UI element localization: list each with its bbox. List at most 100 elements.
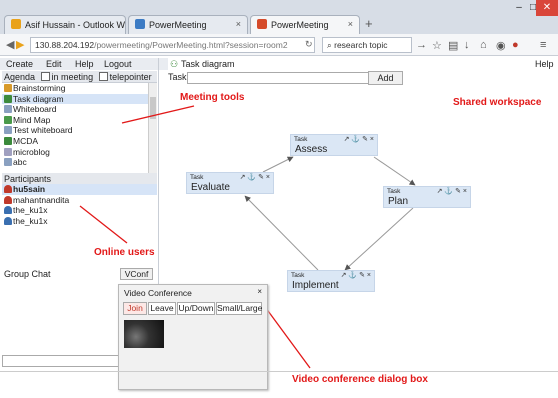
add-task-button[interactable]: Add [368, 71, 403, 85]
connector-assess-plan [373, 156, 416, 186]
tool-item[interactable]: MCDA [2, 136, 148, 147]
telepointer-label: telepointer [109, 72, 152, 82]
help-link[interactable]: Help [535, 59, 554, 69]
participant-item[interactable]: mahantnandita [2, 195, 157, 206]
page-icon [135, 19, 145, 29]
tab-powermeeting-1[interactable]: PowerMeeting × [128, 15, 248, 34]
gmail-icon [257, 19, 267, 29]
status-divider [0, 371, 558, 372]
task-name: Implement [292, 280, 339, 291]
tool-item[interactable]: microblog [2, 147, 148, 158]
task-plan[interactable]: Task ↗ ⚓ ✎ × Plan [383, 186, 471, 208]
brainstorm-icon [4, 84, 12, 92]
task-action-icons[interactable]: ↗ ⚓ ✎ × [240, 173, 270, 181]
participant-name: the_ku1x [13, 215, 48, 226]
reload-icon[interactable]: ↻ [305, 39, 313, 50]
tab-label: PowerMeeting [271, 20, 329, 30]
menu-create[interactable]: Create [6, 59, 33, 69]
close-tab-icon[interactable]: × [348, 19, 353, 29]
tool-item[interactable]: Test whiteboard [2, 125, 148, 136]
annotation-online-users: Online users [94, 247, 155, 258]
pocket-icon[interactable]: ◉ [496, 39, 506, 52]
video-conference-dialog: Video Conference × Join Leave Up/Down Sm… [118, 284, 268, 390]
whiteboard-icon [4, 126, 12, 135]
url-path: /powermeeting/PowerMeeting.html?session=… [94, 40, 288, 50]
annotation-shared-workspace: Shared workspace [453, 97, 542, 108]
connector-implement-evaluate [244, 195, 319, 271]
task-assess[interactable]: Task ↗ ⚓ ✎ × Assess [290, 134, 378, 156]
task-implement[interactable]: Task ↗ ⚓ ✎ × Implement [287, 270, 375, 292]
menu-logout[interactable]: Logout [104, 59, 132, 69]
download-icon[interactable]: ↓ [464, 39, 470, 51]
close-tab-icon[interactable]: × [236, 19, 241, 29]
task-action-icons[interactable]: ↗ ⚓ ✎ × [344, 135, 374, 143]
bookmark-star-icon[interactable]: ☆ [432, 39, 442, 52]
task-action-icons[interactable]: ↗ ⚓ ✎ × [341, 271, 371, 279]
reading-list-icon[interactable]: ▤ [448, 39, 458, 52]
vconf-button[interactable]: VConf [120, 268, 153, 280]
leave-button[interactable]: Leave [148, 302, 176, 315]
scroll-thumb[interactable] [150, 97, 156, 119]
task-diagram-icon [4, 94, 12, 103]
user-icon [4, 206, 12, 214]
participant-name: the_ku1x [13, 205, 48, 215]
user-icon [4, 185, 12, 193]
url-bar[interactable]: 130.88.204.192/powermeeting/PowerMeeting… [30, 37, 315, 53]
browser-navbar: ◀ ▶ 130.88.204.192/powermeeting/PowerMee… [0, 34, 558, 56]
tool-item[interactable]: Mind Map [2, 115, 148, 126]
in-meeting-checkbox[interactable] [40, 72, 50, 81]
participant-item[interactable]: the_ku1x [2, 216, 157, 227]
tool-item[interactable]: Brainstorming [2, 83, 148, 94]
tool-item[interactable]: Whiteboard [2, 104, 148, 115]
tool-label: Test whiteboard [13, 125, 73, 136]
task-action-icons[interactable]: ↗ ⚓ ✎ × [437, 187, 467, 195]
group-chat-title: Group Chat [4, 269, 51, 279]
close-icon[interactable]: × [257, 287, 262, 296]
new-tab-button[interactable]: + [365, 16, 373, 31]
user-icon [4, 195, 12, 204]
task-diagram-icon: ⚇ [170, 59, 179, 69]
participants-title: Participants [4, 174, 52, 184]
task-input[interactable] [187, 72, 382, 84]
tool-item[interactable]: Task diagram [2, 93, 148, 105]
forward-icon[interactable]: ▶ [16, 38, 24, 51]
participant-name: hu5sain [13, 184, 46, 194]
tool-label: Mind Map [13, 114, 51, 125]
tab-powermeeting-2[interactable]: PowerMeeting × [250, 15, 360, 34]
whiteboard-icon [4, 158, 12, 167]
task-label: Task [387, 188, 401, 195]
up-down-button[interactable]: Up/Down [177, 302, 215, 315]
menu-icon[interactable]: ≡ [540, 39, 546, 51]
telepointer-checkbox[interactable] [98, 72, 108, 81]
addon-icon[interactable]: ● [512, 39, 519, 51]
tab-outlook[interactable]: Asif Hussain - Outlook We... [4, 15, 126, 34]
task-name: Assess [295, 144, 328, 155]
browser-tab-strip: Asif Hussain - Outlook We... PowerMeetin… [0, 0, 558, 34]
participant-item[interactable]: hu5sain [2, 184, 157, 195]
go-icon[interactable]: → [416, 39, 427, 51]
join-button[interactable]: Join [123, 302, 147, 315]
workspace-toolbar: ⚇ Task diagram Help [168, 58, 558, 70]
menu-help[interactable]: Help [75, 59, 94, 69]
tool-label: abc [13, 157, 27, 168]
in-meeting-label: in meeting [51, 72, 94, 82]
tool-label: Whiteboard [13, 104, 57, 115]
tab-label: Asif Hussain - Outlook We... [25, 20, 125, 30]
tools-scrollbar[interactable] [148, 83, 157, 173]
task-evaluate[interactable]: Task ↗ ⚓ ✎ × Evaluate [186, 172, 274, 194]
search-field[interactable]: ⌕ research topic [322, 37, 412, 53]
whiteboard-icon [4, 105, 12, 114]
tool-label: MCDA [13, 135, 39, 146]
close-window-button[interactable]: ✕ [536, 0, 558, 16]
annotation-video-dialog: Video conference dialog box [292, 374, 428, 385]
tool-item[interactable]: abc [2, 157, 148, 168]
participant-item[interactable]: the_ku1x [2, 205, 157, 216]
menu-edit[interactable]: Edit [46, 59, 62, 69]
back-icon[interactable]: ◀ [6, 38, 14, 51]
home-icon[interactable]: ⌂ [480, 39, 487, 51]
outlook-icon [11, 19, 21, 29]
microblog-icon [4, 147, 12, 156]
tab-label: PowerMeeting [149, 20, 207, 30]
small-large-button[interactable]: Small/Large [216, 302, 262, 315]
tool-label: microblog [13, 146, 50, 157]
